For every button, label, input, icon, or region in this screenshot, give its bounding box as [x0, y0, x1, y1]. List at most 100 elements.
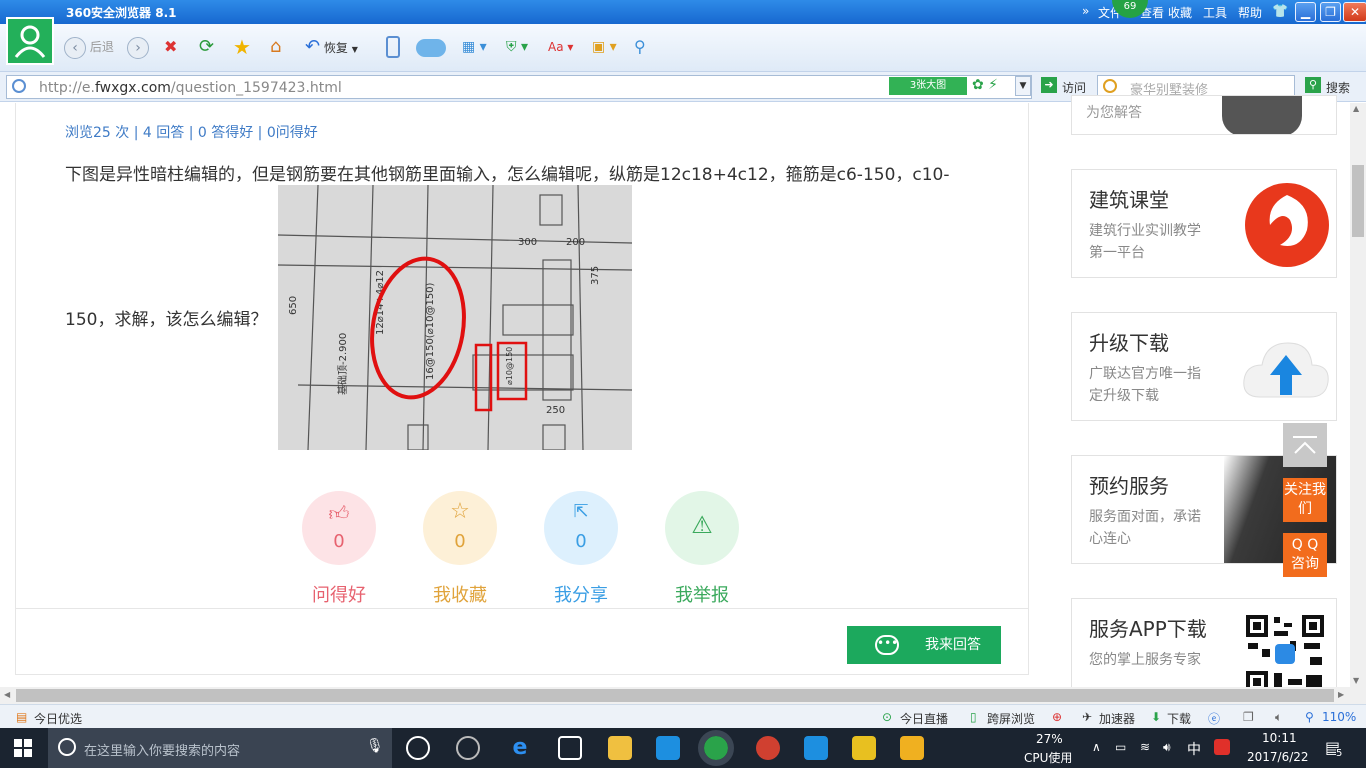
action-share[interactable]: ⇱ 0 我分享 — [544, 491, 618, 607]
cloud-icon[interactable] — [416, 39, 446, 57]
taskbar-search[interactable]: 在这里输入你要搜索的内容 🎙︎ — [48, 728, 392, 768]
today-live[interactable]: 今日直播 — [900, 710, 948, 727]
question-image[interactable]: 12⌀14+4⌀12 16@150(⌀10@150) 基础顶-2.900 300… — [278, 185, 632, 450]
star-icon[interactable]: ☆ 0 — [423, 491, 497, 565]
maximize-button[interactable]: ❐ — [1320, 2, 1341, 22]
volume-icon[interactable]: 🔈︎ — [1275, 710, 1282, 725]
stirrup-label: 16@150(⌀10@150) — [425, 282, 436, 380]
qq-consult-button[interactable]: Q Q 咨询 — [1283, 533, 1327, 577]
menu-favorites[interactable]: 收藏 — [1168, 4, 1192, 21]
screenshot-icon[interactable]: ▣ ▾ — [592, 35, 617, 61]
vertical-scroll-thumb[interactable] — [1352, 165, 1364, 237]
battery-icon[interactable]: ▭ — [1115, 740, 1126, 754]
zoom-search-icon[interactable]: ⚲ — [634, 35, 646, 61]
speed-icon[interactable]: ✿ ⚡ — [972, 77, 998, 93]
cross-screen[interactable]: 跨屏浏览 — [987, 710, 1035, 727]
home-icon[interactable]: ⌂ — [270, 35, 281, 61]
notes-app-icon[interactable] — [900, 736, 924, 760]
clock-date[interactable]: 2017/6/22 — [1247, 750, 1309, 764]
shield-icon[interactable]: ⛨ ▾ — [506, 35, 528, 61]
action-good-question[interactable]: 👍︎ 0 问得好 — [302, 491, 376, 607]
file-explorer-icon[interactable] — [608, 736, 632, 760]
horizontal-scroll-thumb[interactable] — [16, 689, 1334, 702]
window-icon[interactable]: ❐ — [1243, 710, 1254, 724]
magnet-app-icon[interactable] — [756, 736, 780, 760]
search-button[interactable]: 搜索 — [1326, 79, 1350, 96]
scroll-right-arrow-icon[interactable]: ▶ — [1338, 690, 1344, 699]
sidebar-card-top[interactable]: 为您解答 — [1071, 95, 1337, 135]
go-button[interactable]: 访问 — [1062, 79, 1086, 96]
user-avatar[interactable] — [6, 17, 54, 65]
follow-us-button[interactable]: 关注我们 — [1283, 478, 1327, 522]
warning-icon[interactable]: ⚠ — [665, 491, 739, 565]
favorite-count: 0 — [454, 531, 466, 552]
url-text[interactable]: http://e.fwxgx.com/question_1597423.html — [39, 80, 342, 96]
back-button[interactable]: ‹ 后退 — [64, 35, 114, 61]
plus-app-icon[interactable] — [804, 736, 828, 760]
dropdown-arrow-icon[interactable]: ▼ — [1015, 76, 1031, 96]
course-title: 建筑课堂 — [1089, 188, 1169, 212]
scroll-down-arrow-icon[interactable]: ▼ — [1353, 676, 1359, 685]
cpu-label: CPU使用 — [1024, 751, 1073, 765]
wifi-icon[interactable]: ≋ — [1140, 740, 1150, 754]
search-icon[interactable]: ⚲ — [1305, 77, 1321, 93]
close-button[interactable]: ✕ — [1343, 2, 1366, 22]
windows-start-icon[interactable] — [14, 739, 32, 757]
share-icon[interactable]: ⇱ 0 — [544, 491, 618, 565]
sidebar-card-download[interactable]: 升级下载 广联达官方唯一指定升级下载 — [1071, 312, 1337, 421]
share-count: 0 — [575, 531, 587, 552]
ie-icon[interactable]: ⓔ — [1208, 710, 1220, 727]
stop-icon[interactable]: ✖ — [164, 35, 177, 61]
scroll-left-arrow-icon[interactable]: ◀ — [4, 690, 10, 699]
clock-time[interactable]: 10:11 — [1262, 731, 1297, 745]
today-picks[interactable]: 今日优选 — [34, 710, 82, 727]
restore-button[interactable]: ↶ 恢复 ▼ — [305, 35, 358, 61]
refresh-icon[interactable]: ⟳ — [199, 35, 214, 61]
help-app-icon[interactable] — [852, 736, 876, 760]
search-engine-icon[interactable] — [1103, 79, 1117, 93]
zoom-level[interactable]: 110% — [1322, 710, 1356, 724]
back-to-top-button[interactable] — [1283, 423, 1327, 467]
sidebar-card-app[interactable]: 服务APP下载 您的掌上服务专家 — [1071, 598, 1337, 698]
speaker-icon[interactable]: 🔊︎ — [1163, 740, 1171, 755]
skin-shirt-icon[interactable]: 👕 — [1272, 4, 1288, 19]
big-picture-button[interactable]: 3张大图 — [889, 77, 967, 95]
dim-375-label: 375 — [590, 266, 601, 285]
browser-toolbar: ‹ 后退 › ✖ ⟳ ★ ⌂ ↶ 恢复 ▼ ▦ ▾ ⛨ ▾ Aa ▾ ▣ ▾ ⚲ — [0, 24, 1366, 72]
downloads[interactable]: 下载 — [1167, 710, 1191, 727]
thumbs-up-icon[interactable]: 👍︎ 0 — [302, 491, 376, 565]
store-icon[interactable] — [558, 736, 582, 760]
go-arrow-icon[interactable]: ➜ — [1041, 77, 1057, 93]
download-arrow-icon: ⬇ — [1151, 710, 1162, 724]
tray-expand-icon[interactable]: ∧ — [1092, 740, 1101, 754]
microphone-icon[interactable]: 🎙︎ — [366, 738, 384, 754]
sogou-ime-icon[interactable] — [1214, 739, 1230, 755]
dim-650-label: 650 — [288, 296, 299, 315]
forward-button[interactable]: › — [127, 35, 149, 61]
ime-indicator[interactable]: 中 — [1187, 739, 1201, 759]
glodon-app-icon[interactable] — [656, 736, 680, 760]
cpu-percent: 27% — [1036, 732, 1063, 746]
action-favorite[interactable]: ☆ 0 我收藏 — [423, 491, 497, 607]
minimize-button[interactable]: ▁ — [1295, 2, 1316, 22]
apps-icon[interactable]: ▦ ▾ — [462, 35, 487, 61]
menu-tools[interactable]: 工具 — [1203, 4, 1227, 21]
action-report[interactable]: ⚠ 我举报 — [665, 491, 739, 607]
scroll-up-arrow-icon[interactable]: ▲ — [1353, 104, 1359, 113]
translate-icon[interactable]: Aa ▾ — [548, 35, 573, 61]
address-bar[interactable]: http://e.fwxgx.com/question_1597423.html — [6, 75, 1032, 99]
answer-button[interactable]: ••• 我来回答 — [847, 626, 1001, 664]
sidebar-card-course[interactable]: 建筑课堂 建筑行业实训教学第一平台 — [1071, 169, 1337, 278]
chat-bubble-icon: ••• — [875, 635, 899, 655]
spiral-app-icon[interactable] — [456, 736, 480, 760]
phone-icon[interactable] — [386, 36, 400, 58]
plus-badge-icon[interactable]: ⊕ — [1052, 710, 1062, 724]
favorite-star-icon[interactable]: ★ — [233, 35, 251, 61]
task-view-icon[interactable] — [406, 736, 430, 760]
more-arrows-icon[interactable]: » — [1082, 4, 1089, 18]
edge-icon[interactable]: e — [508, 736, 532, 760]
accelerator[interactable]: 加速器 — [1099, 710, 1135, 727]
360-browser-icon[interactable] — [698, 730, 734, 766]
menu-help[interactable]: 帮助 — [1238, 4, 1262, 21]
chevron-up-icon — [1293, 436, 1317, 454]
